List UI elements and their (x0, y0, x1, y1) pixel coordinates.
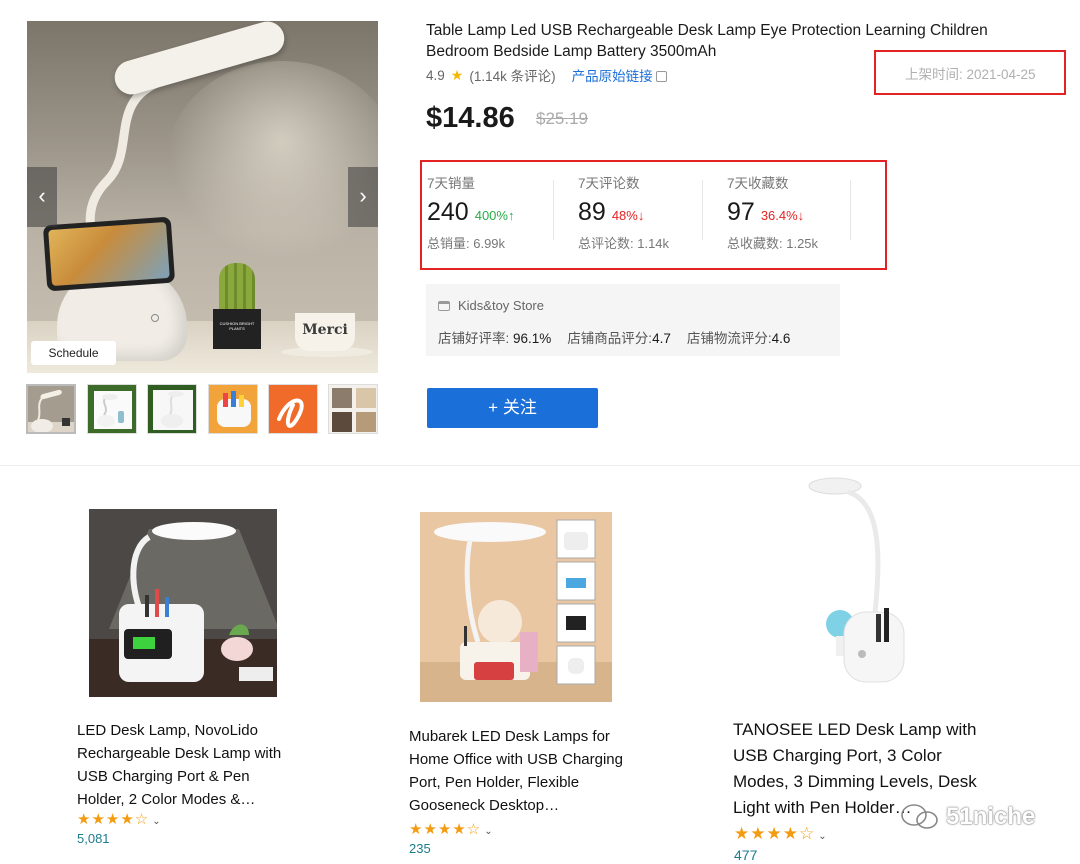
store-score-rating: 店铺好评率: 96.1% (438, 331, 552, 346)
store-score-product: 店铺商品评分:4.7 (567, 331, 671, 346)
listing-stars-3[interactable]: ★★★★☆ ⌄ (734, 824, 827, 844)
star-rating-icon: ★★★★☆ (77, 811, 150, 828)
listing-stars-1[interactable]: ★★★★☆ ⌄ (77, 810, 161, 829)
store-score-logistics: 店铺物流评分:4.6 (686, 331, 791, 346)
original-price: $25.19 (536, 109, 588, 128)
product-main-image[interactable]: CUSHION BRIGHT PLANTS Merci Schedule ‹ › (27, 21, 378, 373)
cactus-graphic (219, 263, 255, 313)
stat-value: 240 (427, 198, 469, 226)
follow-button[interactable]: + 关注 (427, 388, 598, 428)
review-count: (1.14k 条评论) (469, 69, 556, 84)
stat-label: 7天销量 (427, 176, 476, 191)
stat-divider (850, 180, 851, 240)
store-name-row[interactable]: Kids&toy Store (438, 298, 544, 313)
section-divider (0, 465, 1080, 466)
listing-reviews-2[interactable]: 235 (409, 841, 431, 856)
stat-favorites: 7天收藏数 97 36.4%↓ 总收藏数: 1.25k (727, 172, 862, 252)
stat-divider (553, 180, 554, 240)
watermark: 51niche (900, 803, 1035, 831)
wechat-icon (901, 804, 938, 829)
stat-change: 400%↑ (474, 208, 515, 223)
stat-value: 89 (578, 198, 606, 226)
thumbnail-4[interactable] (208, 384, 258, 434)
phone-graphic (42, 216, 176, 292)
listing-date: 上架时间: 2021-04-25 (905, 67, 1036, 82)
stat-change: 48%↓ (611, 208, 645, 223)
listing-image-2[interactable] (420, 512, 612, 702)
store-name: Kids&toy Store (458, 298, 544, 313)
stat-label: 7天评论数 (578, 176, 640, 191)
thumbnail-5[interactable] (268, 384, 318, 434)
schedule-badge: Schedule (31, 341, 116, 365)
rating-value: 4.9 (426, 67, 445, 83)
chevron-right-icon: › (359, 183, 367, 208)
store-icon (438, 300, 450, 311)
star-rating-icon: ★★★★☆ (734, 824, 816, 843)
power-button-graphic (151, 314, 159, 322)
thumbnail-2[interactable] (87, 384, 137, 434)
stat-change: 36.4%↓ (760, 208, 805, 223)
star-icon: ★ (450, 66, 464, 83)
listing-image-3[interactable] (790, 472, 920, 694)
listing-image-1[interactable] (89, 509, 277, 697)
stat-total: 总销量: 6.99k (427, 236, 506, 251)
chevron-down-icon: ⌄ (818, 831, 827, 842)
stat-reviews: 7天评论数 89 48%↓ 总评论数: 1.14k (578, 172, 713, 252)
current-price: $14.86 (426, 102, 515, 134)
chevron-down-icon: ⌄ (152, 816, 161, 827)
stat-sales: 7天销量 240 400%↑ 总销量: 6.99k (427, 172, 562, 252)
stat-label: 7天收藏数 (727, 176, 789, 191)
listing-reviews-3[interactable]: 477 (734, 847, 757, 863)
stat-total: 总收藏数: 1.25k (727, 236, 819, 251)
star-rating-icon: ★★★★☆ (409, 821, 482, 838)
chevron-left-icon: ‹ (38, 183, 46, 208)
mug-graphic: Merci (295, 313, 355, 351)
next-image-button[interactable]: › (348, 167, 378, 227)
store-scores: 店铺好评率: 96.1% 店铺商品评分:4.7 店铺物流评分:4.6 (438, 327, 790, 347)
listing-stars-2[interactable]: ★★★★☆ ⌄ (409, 820, 493, 839)
listing-title-2[interactable]: Mubarek LED Desk Lamps for Home Office w… (409, 725, 634, 817)
thumbnail-3[interactable] (147, 384, 197, 434)
prev-image-button[interactable]: ‹ (27, 167, 57, 227)
stat-divider (702, 180, 703, 240)
copy-icon (655, 71, 667, 82)
rating-line: 4.9 ★ (1.14k 条评论) 产品原始链接 (426, 65, 667, 85)
watermark-text: 51niche (946, 803, 1036, 830)
chevron-down-icon: ⌄ (484, 826, 493, 837)
thumbnail-6[interactable] (328, 384, 378, 434)
thumbnail-1[interactable] (26, 384, 76, 434)
original-link-label: 产品原始链接 (571, 69, 653, 84)
listing-title-1[interactable]: LED Desk Lamp, NovoLido Rechargeable Des… (77, 719, 297, 811)
stat-total: 总评论数: 1.14k (578, 236, 670, 251)
listing-reviews-1[interactable]: 5,081 (77, 831, 110, 846)
original-link[interactable]: 产品原始链接 (572, 65, 667, 85)
cactus-pot-text: CUSHION BRIGHT PLANTS (219, 321, 255, 331)
stat-value: 97 (727, 198, 755, 226)
